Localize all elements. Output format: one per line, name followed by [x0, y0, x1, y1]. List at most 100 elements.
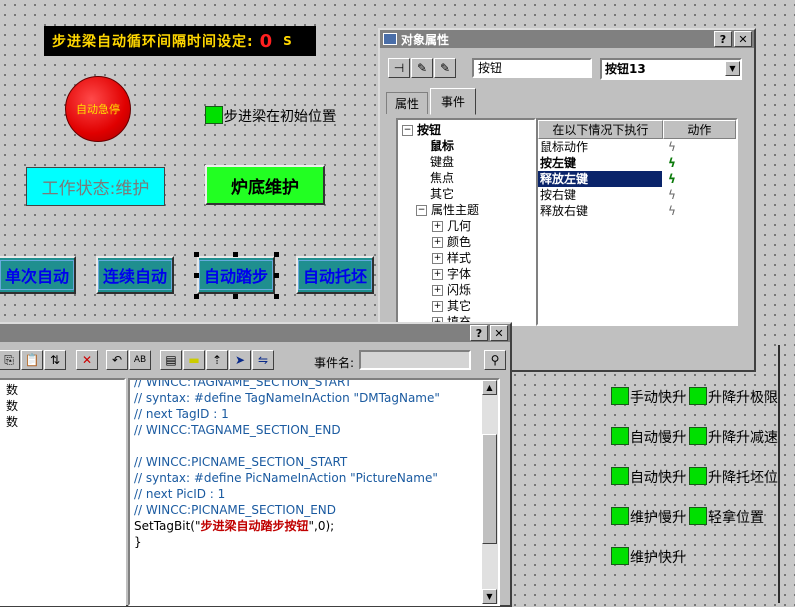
tag-icon[interactable]: ⇋	[252, 350, 274, 370]
pin-icon[interactable]: ⊣	[388, 58, 410, 78]
event-name-field[interactable]	[359, 350, 471, 370]
paste-icon[interactable]: 📋	[21, 350, 43, 370]
list-item-mouse-action[interactable]: 鼠标动作 ϟ	[538, 139, 736, 155]
scroll-thumb[interactable]	[482, 434, 497, 544]
lightning-icon[interactable]: ϟ	[668, 187, 676, 203]
code-editor[interactable]: // WINCC:TAGNAME_SECTION_START // syntax…	[128, 378, 500, 606]
tree-root[interactable]: − 按钮	[402, 122, 530, 138]
close-icon[interactable]: ✕	[490, 325, 508, 341]
auto-lift-billet-button[interactable]: 自动托坯	[296, 256, 374, 294]
selection-handle[interactable]	[194, 252, 199, 257]
delete-icon[interactable]: ✕	[76, 350, 98, 370]
tree-theme-style-label: 样式	[447, 251, 472, 265]
function-icon[interactable]: ▤	[160, 350, 182, 370]
help-icon[interactable]: ?	[470, 325, 488, 341]
furnace-maintenance-label: 炉底维护	[231, 177, 299, 198]
copy-icon[interactable]: ⎘	[0, 350, 20, 370]
code-line: // WINCC:TAGNAME_SECTION_START	[134, 378, 352, 389]
list-item-press-right[interactable]: 按右键 ϟ	[538, 187, 736, 203]
compile-icon[interactable]: ⇡	[206, 350, 228, 370]
list-item-label: 按左键	[540, 156, 577, 170]
tree-theme-style[interactable]: + 样式	[402, 250, 530, 266]
continuous-auto-button[interactable]: 连续自动	[96, 256, 174, 294]
maint-slow-up-label: 维护慢升	[630, 510, 686, 526]
auto-estop-button[interactable]: 自动急停	[65, 76, 131, 142]
list-item-label: 释放左键	[540, 172, 589, 186]
tree-theme-geometry-label: 几何	[447, 219, 472, 233]
tree-theme-other-label: 其它	[447, 299, 472, 313]
sort-icon[interactable]: ⇅	[44, 350, 66, 370]
code-line: // WINCC:PICNAME_SECTION_END	[134, 503, 337, 517]
action-editor-titlebar[interactable]: ? ✕	[0, 324, 510, 342]
tree-theme-font[interactable]: + 字体	[402, 266, 530, 282]
list-item[interactable]: 数	[6, 398, 118, 414]
furnace-maintenance-button[interactable]: 炉底维护	[205, 165, 325, 205]
tree-theme[interactable]: − 属性主题	[402, 202, 530, 218]
list-item-press-left[interactable]: 按左键 ϟ	[538, 155, 736, 171]
object-properties-titlebar[interactable]: 对象属性 ? ✕	[380, 30, 754, 48]
browse-icon[interactable]: ⚲	[484, 350, 506, 370]
lightning-icon[interactable]: ϟ	[668, 171, 676, 187]
selection-handle[interactable]	[274, 273, 279, 278]
scroll-down-icon[interactable]: ▼	[482, 589, 497, 604]
code-scrollbar[interactable]: ▲ ▼	[482, 380, 498, 604]
list-header-condition[interactable]: 在以下情况下执行	[538, 120, 663, 139]
auto-stepping-button[interactable]: 自动踏步	[197, 256, 275, 294]
tree-theme-other[interactable]: + 其它	[402, 298, 530, 314]
lightning-icon[interactable]: ϟ	[668, 139, 676, 155]
list-header-condition-label: 在以下情况下执行	[552, 123, 649, 137]
tree-theme-flash[interactable]: + 闪烁	[402, 282, 530, 298]
tree-item-other[interactable]: 其它	[402, 186, 530, 202]
wand-icon[interactable]: ✎	[434, 58, 456, 78]
code-line: // WINCC:TAGNAME_SECTION_END	[134, 423, 341, 437]
object-name-select[interactable]: 按钮13 ▼	[600, 58, 742, 80]
undo-icon[interactable]: ↶	[106, 350, 128, 370]
chevron-down-icon[interactable]: ▼	[725, 61, 740, 76]
tree-item-focus[interactable]: 焦点	[402, 170, 530, 186]
auto-fast-up-label: 自动快升	[630, 470, 686, 486]
auto-slow-up-led	[611, 427, 629, 445]
code-line: // WINCC:PICNAME_SECTION_START	[134, 455, 348, 469]
tab-properties[interactable]: 属性	[386, 92, 429, 114]
single-auto-label: 单次自动	[0, 260, 74, 290]
window-icon	[383, 33, 397, 45]
selection-handle[interactable]	[194, 294, 199, 299]
folder-icon[interactable]: ▬	[183, 350, 205, 370]
auto-fast-up-led	[611, 467, 629, 485]
help-icon[interactable]: ?	[714, 31, 732, 47]
tree-item-keyboard-label: 键盘	[430, 155, 455, 169]
run-icon[interactable]: ➤	[229, 350, 251, 370]
lightning-icon[interactable]: ϟ	[668, 203, 676, 219]
code-line: // syntax: #define PicNameInAction "Pict…	[134, 471, 438, 485]
list-item-label: 数	[6, 415, 19, 429]
interval-setting-value[interactable]: 0	[260, 31, 274, 52]
tree-theme-color[interactable]: + 颜色	[402, 234, 530, 250]
single-auto-button[interactable]: 单次自动	[0, 256, 76, 294]
lift-billet-pos-led	[689, 467, 707, 485]
selection-handle[interactable]	[233, 294, 238, 299]
wand-icon[interactable]: ✎	[411, 58, 433, 78]
function-list: 数 数 数	[0, 378, 126, 606]
lightning-icon[interactable]: ϟ	[668, 155, 676, 171]
list-header-action[interactable]: 动作	[662, 120, 736, 139]
selection-handle[interactable]	[274, 294, 279, 299]
tree-item-keyboard[interactable]: 键盘	[402, 154, 530, 170]
close-icon[interactable]: ✕	[734, 31, 752, 47]
maint-slow-up-led	[611, 507, 629, 525]
continuous-auto-label: 连续自动	[98, 260, 172, 290]
selection-handle[interactable]	[274, 252, 279, 257]
tree-item-mouse[interactable]: 鼠标	[402, 138, 530, 154]
list-item-release-left[interactable]: 释放左键 ϟ	[538, 171, 736, 187]
tab-properties-label: 属性	[395, 97, 420, 111]
interval-setting-unit: S	[283, 34, 293, 48]
list-item[interactable]: 数	[6, 414, 118, 430]
tree-theme-geometry[interactable]: + 几何	[402, 218, 530, 234]
selection-handle[interactable]	[233, 252, 238, 257]
selection-handle[interactable]	[194, 273, 199, 278]
list-item[interactable]: 数	[6, 382, 118, 398]
list-item-release-right[interactable]: 释放右键 ϟ	[538, 203, 736, 219]
code-line: // next TagID : 1	[134, 407, 229, 421]
scroll-up-icon[interactable]: ▲	[482, 380, 497, 395]
replace-icon[interactable]: AB	[129, 350, 151, 370]
tab-events[interactable]: 事件	[430, 88, 477, 115]
